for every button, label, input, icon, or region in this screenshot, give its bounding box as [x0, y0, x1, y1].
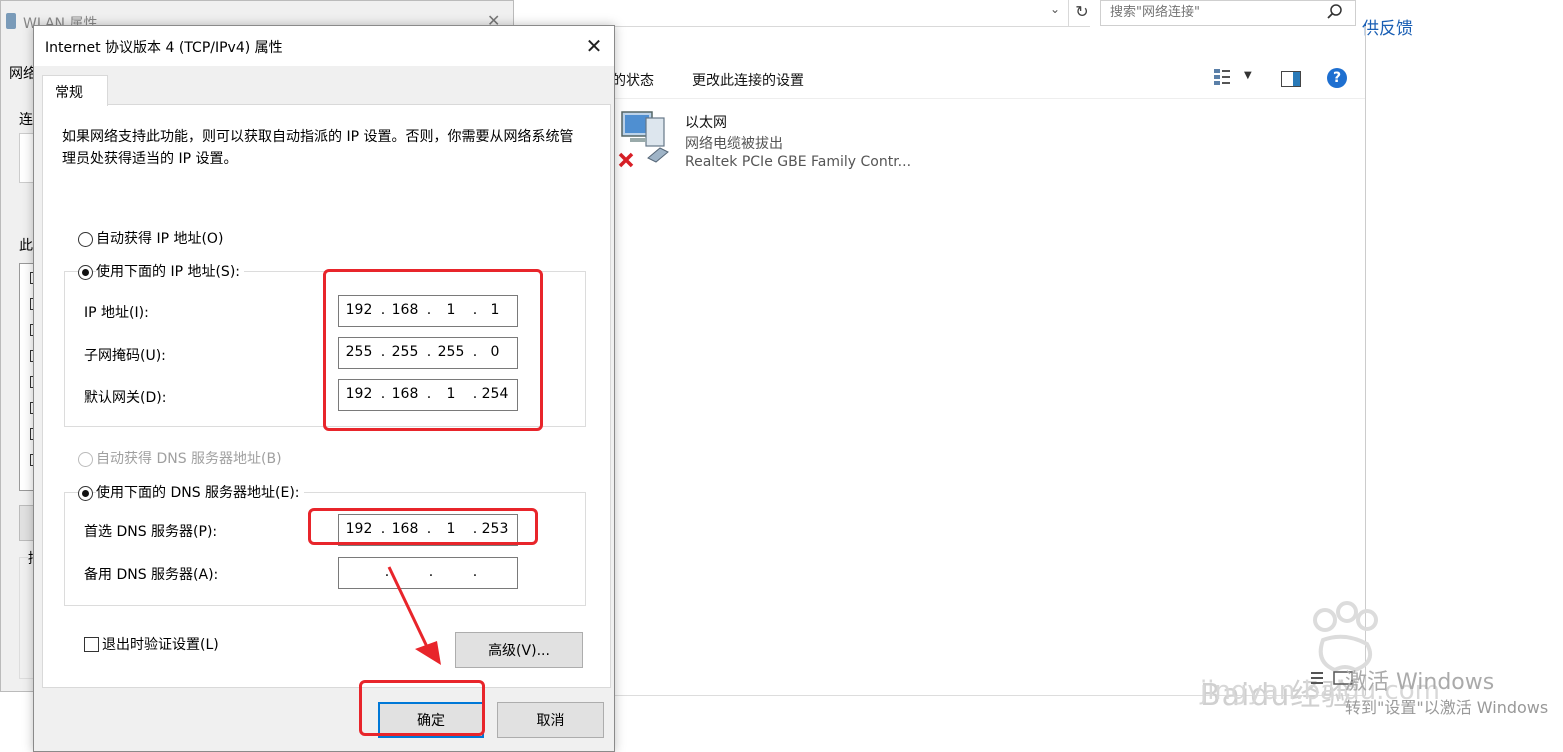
help-icon[interactable]: ? — [1327, 68, 1347, 88]
default-gateway-label: 默认网关(D): — [84, 390, 167, 406]
octet-separator: . — [472, 564, 478, 580]
manual-dns-radio[interactable] — [78, 486, 93, 501]
refresh-button[interactable]: ↻ — [1068, 0, 1095, 26]
dialog-title: Internet 协议版本 4 (TCP/IPv4) 属性 — [45, 40, 283, 56]
ip-highlight-box — [323, 269, 543, 431]
adapter-name[interactable]: 以太网 — [685, 112, 727, 132]
wlan-connect-label: 连 — [19, 112, 33, 128]
dialog-description: 如果网络支持此功能，则可以获取自动指派的 IP 设置。否则，你需要从网络系统管理… — [62, 129, 574, 167]
view-dropdown-icon[interactable]: ▼ — [1244, 70, 1252, 81]
preview-pane-icon[interactable] — [1281, 71, 1301, 87]
wlan-items-label: 此 — [19, 238, 33, 254]
activate-windows-title: 激活 Windows — [1345, 670, 1495, 695]
auto-ip-label[interactable]: 自动获得 IP 地址(O) — [96, 228, 223, 248]
activate-windows-subtitle: 转到"设置"以激活 Windows — [1345, 698, 1549, 717]
tab-general-label: 常规 — [55, 85, 83, 101]
subnet-mask-label: 子网掩码(U): — [84, 348, 166, 364]
advanced-button[interactable]: 高级(V)... — [455, 632, 583, 668]
wlan-adapter-icon — [6, 13, 16, 29]
view-options-icon[interactable] — [1213, 68, 1231, 86]
feedback-link[interactable]: 供反馈 — [1362, 14, 1413, 39]
cancel-button[interactable]: 取消 — [497, 702, 604, 738]
annotation-arrow-icon — [387, 566, 441, 665]
search-icon[interactable] — [1326, 3, 1344, 21]
adapter-device: Realtek PCIe GBE Family Contr... — [685, 154, 912, 170]
manual-ip-label[interactable]: 使用下面的 IP 地址(S): — [96, 261, 244, 281]
alternate-dns-label: 备用 DNS 服务器(A): — [84, 567, 219, 583]
address-dropdown-icon[interactable]: ⌄ — [1050, 2, 1066, 22]
command-bar: 的状态 更改此连接的设置 — [610, 62, 1366, 99]
close-icon[interactable]: ✕ — [582, 34, 606, 58]
auto-dns-radio[interactable] — [78, 452, 93, 467]
manual-ip-radio[interactable] — [78, 265, 93, 280]
auto-dns-label[interactable]: 自动获得 DNS 服务器地址(B) — [96, 448, 282, 468]
dns-highlight-box — [308, 508, 538, 545]
validate-on-exit-label[interactable]: 退出时验证设置(L) — [102, 634, 219, 654]
ip-address-label: IP 地址(I): — [84, 305, 149, 321]
change-settings-command[interactable]: 更改此连接的设置 — [692, 70, 804, 90]
preferred-dns-label: 首选 DNS 服务器(P): — [84, 524, 218, 540]
tab-general[interactable]: 常规 — [42, 75, 108, 106]
view-status-command[interactable]: 的状态 — [612, 70, 654, 90]
validate-on-exit-checkbox[interactable] — [84, 637, 99, 652]
address-bar[interactable] — [610, 0, 1090, 27]
manual-dns-label[interactable]: 使用下面的 DNS 服务器地址(E): — [96, 482, 304, 502]
auto-ip-radio[interactable] — [78, 232, 93, 247]
adapter-status: 网络电缆被拔出 — [685, 136, 783, 152]
ok-highlight-box — [359, 680, 485, 736]
search-input[interactable] — [1110, 3, 1310, 21]
window-border — [1365, 26, 1366, 696]
ethernet-adapter-icon[interactable] — [618, 108, 674, 170]
